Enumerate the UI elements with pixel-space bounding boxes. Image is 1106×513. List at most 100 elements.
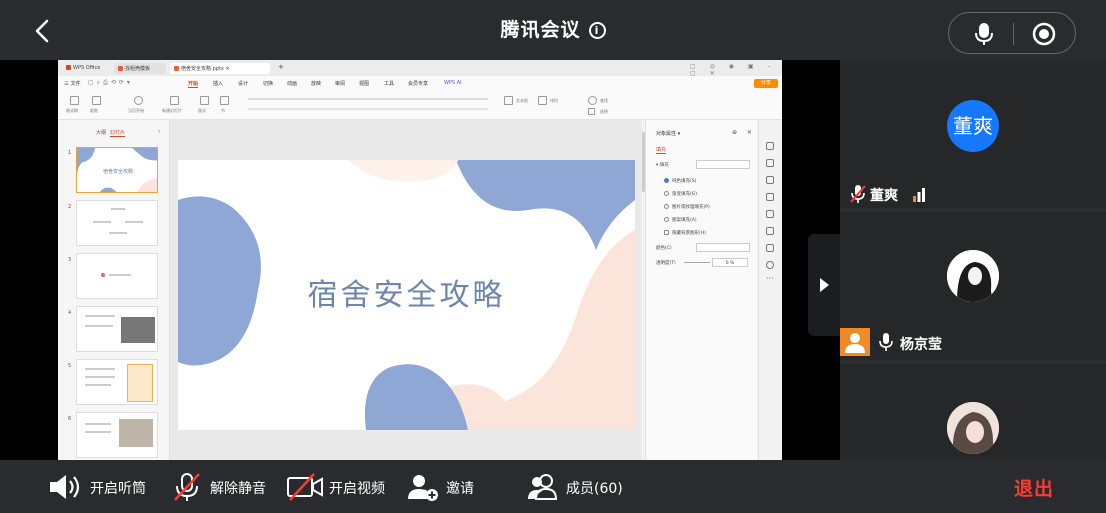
menu-animation[interactable]: 动画	[287, 80, 297, 87]
thumb-image	[119, 419, 153, 447]
star-icon[interactable]	[766, 159, 774, 167]
text-box-icon[interactable]	[504, 96, 513, 105]
share-button[interactable]: 分享	[754, 79, 778, 88]
play-from-current-icon[interactable]	[134, 96, 143, 105]
unmute-button[interactable]: 解除静音	[172, 472, 272, 502]
layout-icon[interactable]	[200, 96, 209, 105]
participant-tile[interactable]: 杨京莹	[840, 212, 1106, 360]
image-icon[interactable]	[766, 244, 774, 252]
microphone-icon[interactable]	[973, 22, 995, 46]
participant-tile[interactable]: 董爽 董爽	[840, 60, 1106, 208]
fill-option-label: 渐变填充(G)	[672, 192, 697, 197]
slide-thumbnail-1[interactable]: 宿舍安全攻略	[76, 147, 158, 193]
microphone-icon	[879, 333, 893, 351]
tab-label: 宿舍安全攻略.pptx	[181, 66, 224, 72]
avatar-illustration	[947, 250, 999, 302]
record-icon[interactable]	[1032, 22, 1056, 46]
paste-icon[interactable]	[92, 96, 101, 105]
slide-thumbnail-3[interactable]	[76, 253, 158, 299]
speaker-button[interactable]: 开启听筒	[48, 472, 148, 502]
start-video-button[interactable]: 开启视频	[286, 472, 386, 502]
find-icon[interactable]	[588, 96, 597, 105]
host-badge	[840, 328, 870, 356]
format-painter-icon[interactable]	[70, 96, 79, 105]
fill-option-gradient[interactable]: 渐变填充(G)	[664, 191, 697, 197]
avatar	[947, 402, 999, 454]
expand-panel-button[interactable]	[808, 234, 840, 336]
menu-home[interactable]: 开始	[188, 80, 199, 88]
slide-thumbnail-6[interactable]	[76, 412, 158, 458]
participant-panel: 董爽 董爽 杨京莹	[840, 60, 1106, 460]
menu-wps-ai[interactable]: WPS AI	[444, 80, 462, 86]
info-icon[interactable]: i	[588, 22, 606, 39]
slide-title[interactable]: 宿舍安全攻略	[178, 270, 635, 314]
copy-icon[interactable]	[766, 176, 774, 184]
speaker-label: 开启听筒	[90, 481, 146, 497]
wps-ribbon: 格式刷 粘贴 当页开始 新建幻灯片 版式 节 文本框 排列 查找 选择	[58, 90, 782, 120]
host-user-icon	[845, 333, 865, 353]
color-select[interactable]	[696, 243, 750, 252]
fill-section-label[interactable]: ▾ 填充	[656, 162, 669, 168]
exit-button[interactable]: 退出	[1014, 474, 1054, 501]
fill-option-solid[interactable]: 纯色填充(S)	[664, 178, 696, 184]
tab-pptx[interactable]: 宿舍安全攻略.pptx ✕	[170, 63, 270, 74]
shape-icon[interactable]	[766, 210, 774, 218]
section-icon[interactable]	[220, 96, 229, 105]
fill-option-label: 隐藏背景图形(H)	[672, 231, 706, 236]
more-icon[interactable]: ···	[766, 274, 774, 283]
ribbon-label: 格式刷	[66, 108, 78, 113]
tab-outline[interactable]: 大纲	[96, 130, 106, 136]
transparency-slider[interactable]	[684, 262, 710, 263]
scissors-icon[interactable]	[766, 193, 774, 201]
tab-template[interactable]: 找稻壳模板	[114, 63, 166, 74]
fill-option-hide-bg[interactable]: 隐藏背景图形(H)	[664, 230, 706, 236]
new-tab-icon[interactable]: +	[278, 63, 284, 71]
members-button[interactable]: 成员(60)	[526, 472, 626, 502]
thumb-text-line	[109, 274, 131, 276]
svg-text:宿舍安全攻略: 宿舍安全攻略	[103, 168, 133, 175]
menu-design[interactable]: 设计	[238, 80, 248, 87]
pen-icon[interactable]	[766, 227, 774, 235]
arrange-icon[interactable]	[538, 96, 547, 105]
slide-thumbnail-4[interactable]	[76, 306, 158, 352]
window-controls[interactable]: ▢ ◎ ◉ ▣ – ▢ ✕	[690, 63, 782, 77]
props-title-text: 对象属性	[656, 131, 677, 137]
select-icon[interactable]	[588, 108, 595, 115]
menu-insert[interactable]: 插入	[213, 80, 223, 87]
slide-thumbnail-5[interactable]	[76, 359, 158, 405]
invite-button[interactable]: 邀请	[406, 472, 486, 502]
tab-slides[interactable]: 幻灯片	[110, 130, 126, 137]
fill-type-select[interactable]	[696, 160, 750, 169]
fill-option-pattern[interactable]: 图案填充(A)	[664, 217, 697, 223]
right-tool-strip: ···	[758, 120, 782, 460]
collapse-pane-icon[interactable]: ‹	[158, 128, 160, 135]
slide-number: 3	[68, 257, 72, 263]
slide-thumbnail-2[interactable]	[76, 200, 158, 246]
unmute-label: 解除静音	[210, 481, 266, 497]
menu-transition[interactable]: 切换	[263, 80, 273, 87]
paragraph-controls-placeholder	[248, 108, 488, 110]
menu-review[interactable]: 审阅	[335, 80, 345, 87]
help-icon[interactable]	[766, 261, 774, 269]
tab-wps-office[interactable]: WPS Office	[62, 63, 110, 74]
slide-editor-canvas[interactable]: 宿舍安全攻略	[170, 120, 642, 460]
transparency-input[interactable]: 0 %	[712, 258, 748, 267]
slide-number: 5	[68, 363, 72, 369]
new-slide-icon[interactable]	[170, 96, 179, 105]
tab-fill[interactable]: 填充	[656, 146, 667, 154]
props-pin-close-icons[interactable]: ⊕ ✕	[732, 129, 756, 136]
property-icon[interactable]	[766, 142, 774, 150]
fill-option-picture[interactable]: 图片或纹理填充(P)	[664, 204, 710, 210]
video-label: 开启视频	[329, 481, 385, 497]
menu-file[interactable]: 三 文件	[64, 80, 81, 87]
add-user-icon	[408, 475, 438, 501]
quick-access-icons[interactable]: ▢⌕⎙⟲⟳▾	[88, 79, 133, 87]
ribbon-label: 节	[221, 108, 225, 113]
menu-view[interactable]: 视图	[359, 80, 369, 87]
menu-member[interactable]: 会员专享	[408, 80, 428, 87]
triangle-right-icon	[820, 278, 829, 292]
menu-slideshow[interactable]: 放映	[311, 80, 321, 87]
current-slide[interactable]: 宿舍安全攻略	[178, 160, 635, 430]
menu-tools[interactable]: 工具	[384, 80, 394, 87]
participant-tile[interactable]	[840, 364, 1106, 460]
